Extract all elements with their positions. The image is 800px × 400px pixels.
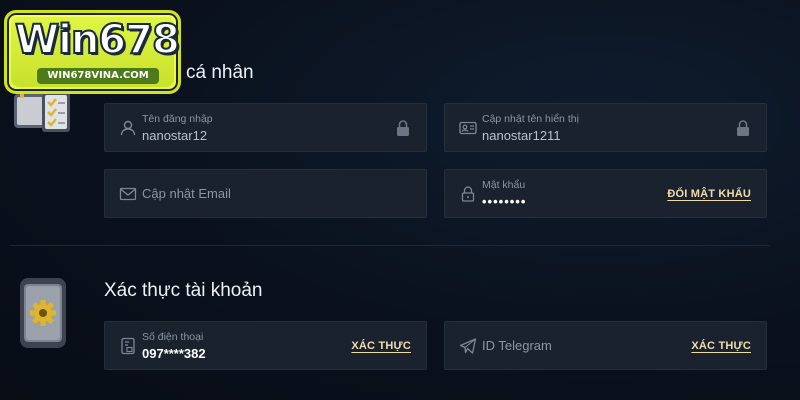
password-field: Mật khẩu •••••••• ĐỔI MẬT KHẨU [444, 169, 767, 218]
section-title-verify: Xác thực tài khoản [104, 280, 263, 301]
email-field[interactable]: Cập nhật Email [104, 169, 427, 218]
user-icon [119, 119, 137, 137]
change-password-button[interactable]: ĐỔI MẬT KHẨU [667, 188, 751, 200]
phone-value: 097****382 [142, 346, 206, 361]
display-name-field[interactable]: Cập nhật tên hiển thị nanostar1211 [444, 103, 767, 152]
clipboard-icon [12, 88, 72, 134]
telegram-field[interactable]: ID Telegram XÁC THỰC [444, 321, 767, 370]
lock-icon [396, 119, 410, 137]
section-title-personal: cá nhân [186, 62, 254, 83]
mail-icon [119, 185, 137, 203]
phone-label: Số điện thoại [142, 331, 204, 343]
verify-phone-button[interactable]: XÁC THỰC [351, 340, 411, 352]
logo-wordmark: Win678 [14, 16, 181, 64]
lock-icon [736, 119, 750, 137]
password-label: Mật khẩu [482, 179, 526, 191]
section-divider [10, 245, 770, 246]
logo-url-badge: WIN678VINA.COM [37, 68, 159, 84]
telegram-icon [459, 337, 477, 355]
brand-logo[interactable]: Win678 WIN678VINA.COM [4, 10, 181, 94]
username-label: Tên đăng nhập [142, 113, 213, 125]
id-card-icon [459, 119, 477, 137]
phone-settings-icon [18, 276, 70, 350]
password-value: •••••••• [482, 194, 527, 209]
display-name-label: Cập nhật tên hiển thị [482, 113, 579, 125]
email-placeholder: Cập nhật Email [142, 186, 231, 201]
telegram-placeholder: ID Telegram [482, 338, 552, 353]
username-value: nanostar12 [142, 128, 208, 143]
padlock-icon [459, 185, 477, 203]
verify-telegram-button[interactable]: XÁC THỰC [691, 340, 751, 352]
phone-field: Số điện thoại 097****382 XÁC THỰC [104, 321, 427, 370]
username-field: Tên đăng nhập nanostar12 [104, 103, 427, 152]
display-name-value: nanostar1211 [482, 128, 561, 143]
phone-icon [119, 337, 137, 355]
